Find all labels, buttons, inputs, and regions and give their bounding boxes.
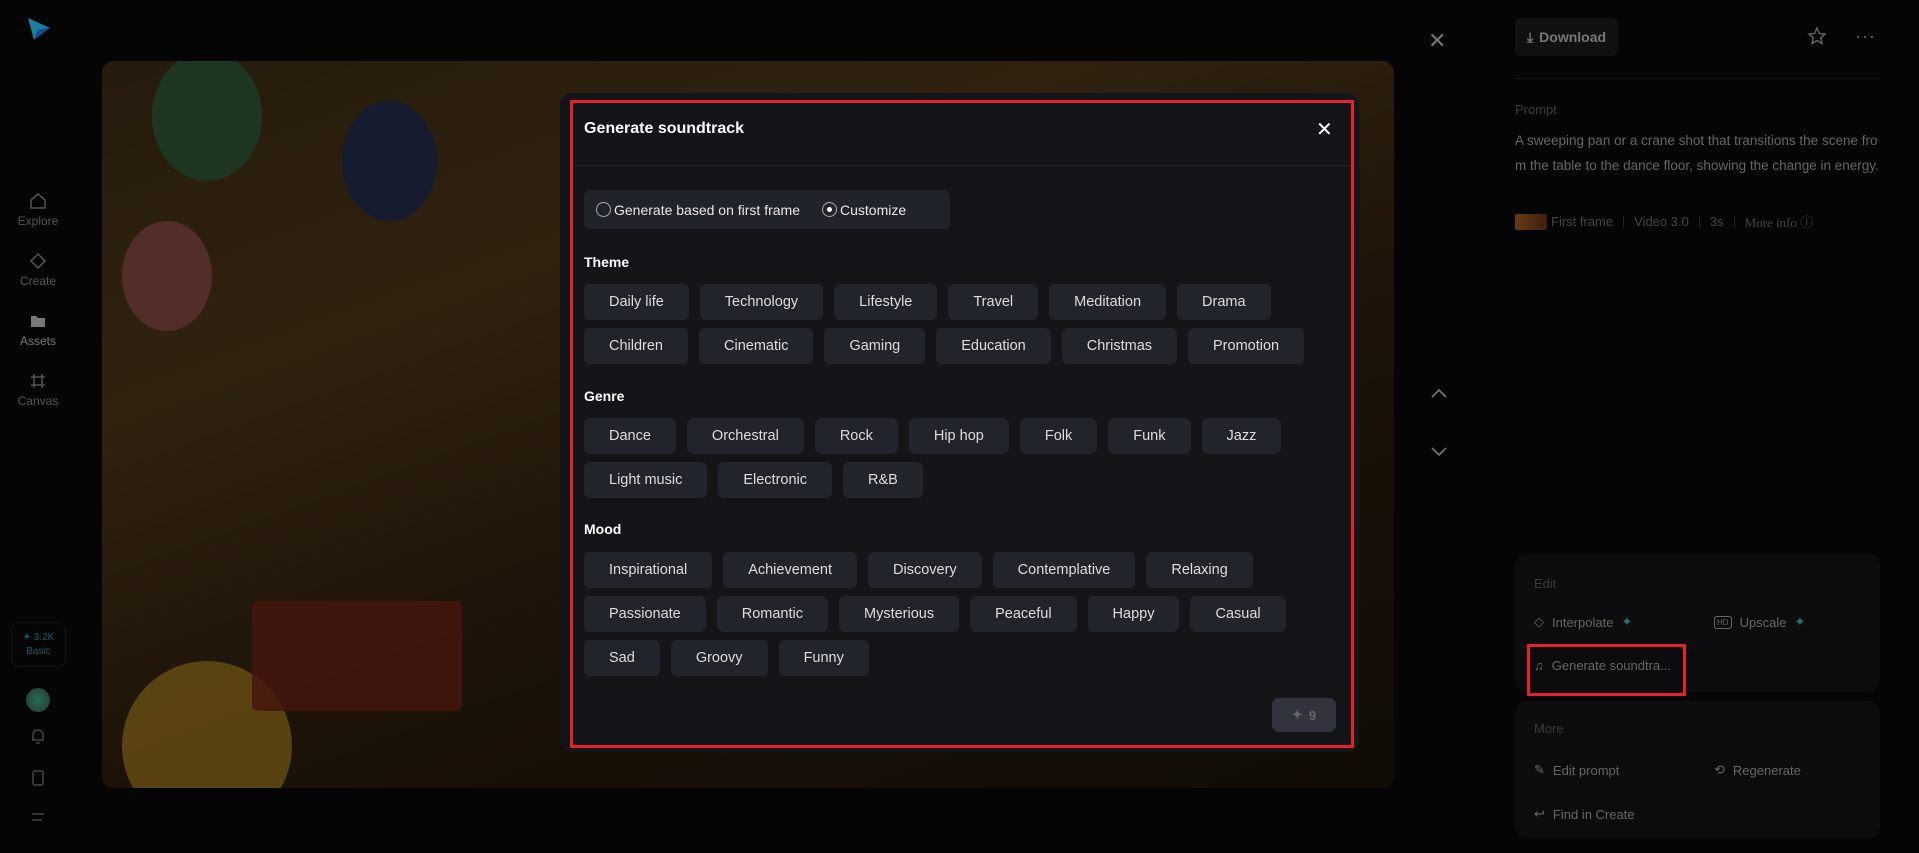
edit-icon: ✎	[1534, 762, 1545, 777]
sidebar-item-create[interactable]: Create	[0, 252, 76, 288]
sidebar-item-assets[interactable]: Assets	[0, 312, 76, 348]
credits-badge[interactable]: ✦ 3.2K Basic	[11, 622, 66, 667]
first-frame-thumbnail[interactable]	[1515, 213, 1547, 230]
hd-icon: HD	[1714, 615, 1732, 629]
download-icon: ⤓	[1526, 28, 1534, 45]
more-card: More ✎ Edit prompt ⟲ Regenerate ↩ Find in C…	[1515, 701, 1880, 838]
sidebar-item-explore[interactable]: Explore	[0, 192, 76, 228]
download-button[interactable]: ⤓ Download	[1515, 18, 1618, 56]
more-info-link[interactable]: More info ⓘ	[1745, 212, 1814, 231]
regenerate-label: Regenerate	[1732, 762, 1801, 778]
sparkle-icon: ✦	[1621, 614, 1633, 629]
sparkle-icon: ✦	[1794, 614, 1806, 629]
more-options-icon[interactable]: ···	[1855, 26, 1876, 47]
plan-label: Basic	[26, 646, 51, 657]
nav-label: Create	[19, 274, 57, 288]
edit-title: Edit	[1534, 576, 1557, 591]
upscale-button[interactable]: HD Upscale ✦	[1714, 614, 1805, 630]
close-viewer-icon[interactable]: ✕	[1428, 28, 1446, 54]
bell-icon[interactable]	[28, 726, 48, 746]
sidebar-item-canvas[interactable]: Canvas	[0, 372, 76, 408]
find-in-create-button[interactable]: ↩ Find in Create	[1534, 806, 1635, 822]
edit-prompt-label: Edit prompt	[1552, 762, 1620, 778]
home-icon	[30, 193, 46, 209]
prompt-meta: First frame Video 3.0 3s More info ⓘ	[1515, 212, 1813, 231]
highlight-box	[1527, 644, 1686, 696]
model-label: Video 3.0	[1634, 214, 1689, 229]
duration-label: 3s	[1709, 214, 1724, 229]
divider	[1515, 78, 1880, 79]
find-label: Find in Create	[1552, 806, 1635, 822]
diamond-icon	[29, 252, 47, 270]
app-logo[interactable]	[26, 16, 52, 42]
nav-label: Explore	[17, 214, 59, 228]
interpolate-label: Interpolate	[1552, 614, 1614, 630]
upscale-label: Upscale	[1739, 614, 1787, 630]
credits-count: ✦ 3.2K	[22, 632, 55, 643]
avatar[interactable]	[26, 688, 50, 712]
menu-icon[interactable]	[28, 810, 48, 826]
nav-label: Assets	[19, 334, 56, 348]
more-title: More	[1534, 721, 1564, 736]
folder-icon	[31, 316, 45, 327]
download-label: Download	[1539, 29, 1607, 45]
chevron-down-icon[interactable]	[1430, 446, 1448, 458]
refresh-icon: ⟲	[1714, 762, 1725, 777]
first-frame-label: First frame	[1551, 214, 1614, 229]
sidebar: Explore Create Assets Canvas ✦ 3.2K Basic	[0, 0, 100, 853]
device-icon[interactable]	[28, 768, 48, 788]
star-icon[interactable]	[1807, 26, 1827, 46]
prompt-text: A sweeping pan or a crane shot that tran…	[1515, 133, 1879, 173]
prompt-label: Prompt	[1515, 102, 1557, 117]
edit-prompt-button[interactable]: ✎ Edit prompt	[1534, 762, 1619, 778]
highlight-box	[570, 100, 1354, 748]
return-icon: ↩	[1534, 806, 1545, 821]
nav-label: Canvas	[17, 394, 59, 408]
canvas-icon	[31, 374, 45, 388]
more-info-label: More info	[1744, 215, 1797, 230]
chevron-up-icon[interactable]	[1430, 387, 1448, 399]
interpolate-button[interactable]: ◇ Interpolate ✦	[1534, 614, 1632, 630]
regenerate-button[interactable]: ⟲ Regenerate	[1714, 762, 1801, 778]
interpolate-icon: ◇	[1534, 614, 1544, 629]
